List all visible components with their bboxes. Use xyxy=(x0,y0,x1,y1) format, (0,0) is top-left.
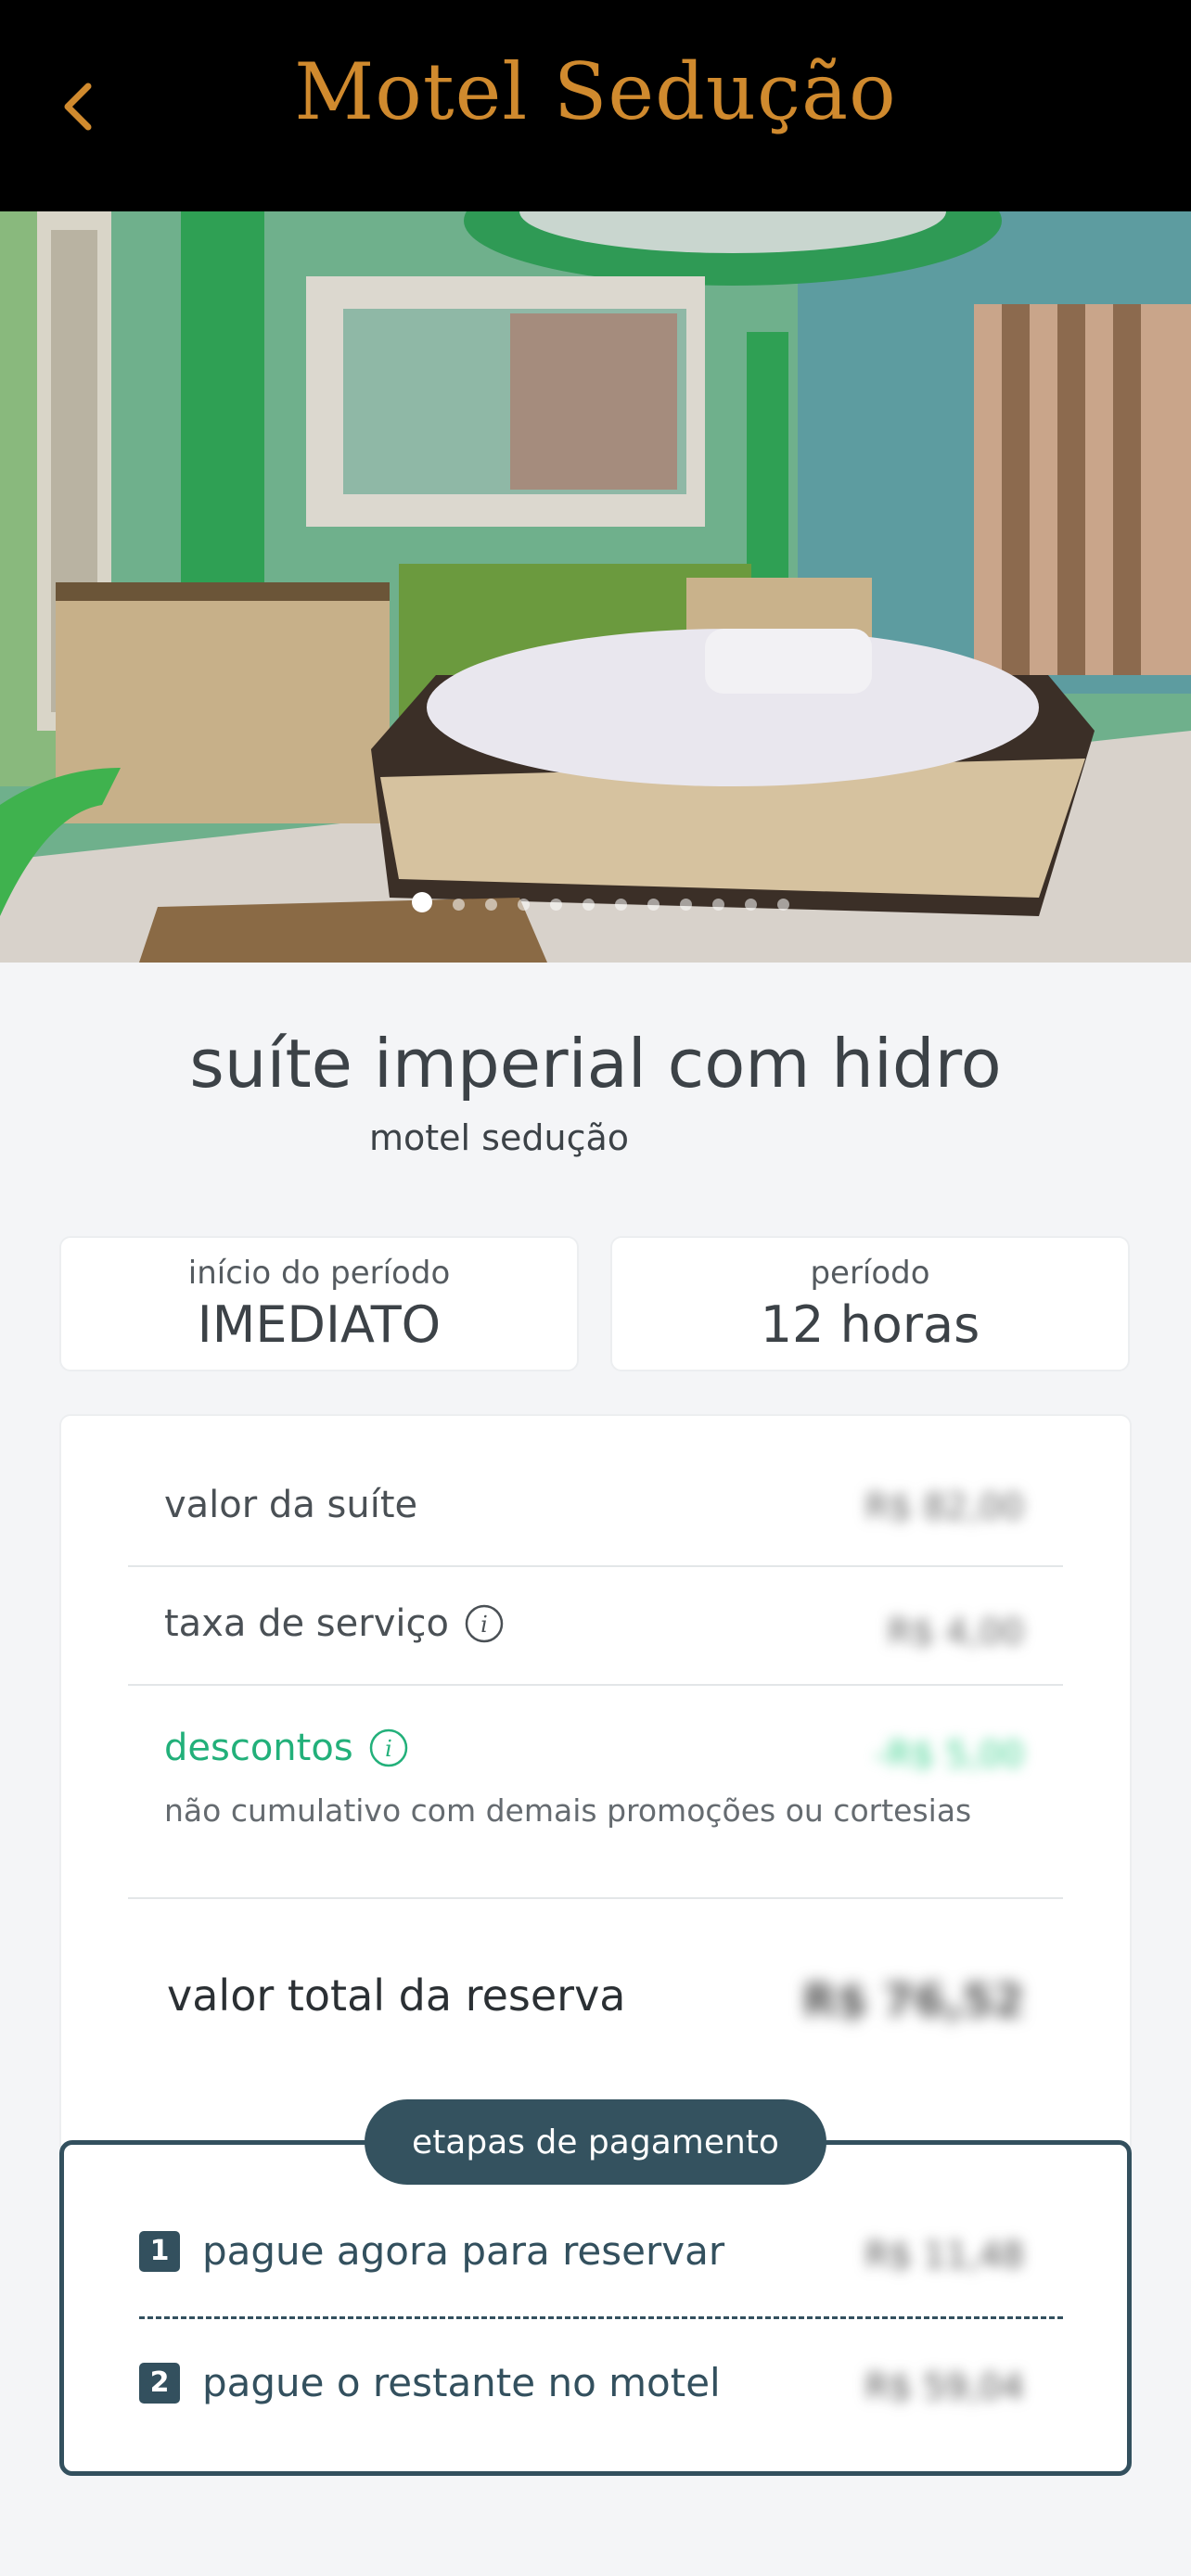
svg-text:i: i xyxy=(480,1612,488,1638)
step-value: R$ 59,04 xyxy=(864,2366,1024,2407)
step-number: 2 xyxy=(139,2362,180,2404)
divider xyxy=(128,1897,1063,1899)
carousel-dot[interactable] xyxy=(745,898,757,911)
page-title: Motel Sedução xyxy=(294,46,897,137)
suite-photo xyxy=(0,211,1191,963)
discount-value: -R$ 5,00 xyxy=(875,1734,1024,1775)
carousel-dot[interactable] xyxy=(583,898,595,911)
period-start-card: início do período IMEDIATO xyxy=(59,1236,579,1371)
period-duration-label: período xyxy=(810,1255,930,1292)
carousel-dot[interactable] xyxy=(518,898,530,911)
carousel-dot[interactable] xyxy=(712,898,724,911)
motel-name: motel sedução xyxy=(369,1117,629,1158)
step-label: pague o restante no motel xyxy=(202,2360,721,2405)
step-label: pague agora para reservar xyxy=(202,2228,725,2274)
dashed-divider xyxy=(139,2316,1063,2319)
carousel-dot[interactable] xyxy=(777,898,789,911)
suite-price-label: valor da suíte xyxy=(164,1484,418,1526)
total-label: valor total da reserva xyxy=(167,1970,626,2021)
suite-price-value: R$ 82,00 xyxy=(864,1486,1024,1527)
carousel-indicators xyxy=(412,892,789,912)
step-value: R$ 11,48 xyxy=(864,2235,1024,2276)
suite-name: suíte imperial com hidro xyxy=(189,1025,1002,1103)
payment-step: 2 pague o restante no motel xyxy=(139,2360,721,2405)
payment-step: 1 pague agora para reservar xyxy=(139,2228,724,2274)
info-icon[interactable]: i xyxy=(464,1603,505,1644)
carousel-dot[interactable] xyxy=(615,898,627,911)
carousel-dot[interactable] xyxy=(453,898,465,911)
service-fee-row: taxa de serviço i xyxy=(164,1602,505,1645)
step-number: 1 xyxy=(139,2230,180,2272)
svg-text:i: i xyxy=(385,1736,392,1762)
carousel-dot[interactable] xyxy=(485,898,497,911)
carousel-dot[interactable] xyxy=(680,898,692,911)
period-duration-card: período 12 horas xyxy=(610,1236,1130,1371)
suite-photo-carousel[interactable] xyxy=(0,211,1191,963)
carousel-dot[interactable] xyxy=(550,898,562,911)
divider xyxy=(128,1684,1063,1686)
period-start-value: IMEDIATO xyxy=(197,1295,442,1354)
service-fee-label: taxa de serviço xyxy=(164,1602,449,1645)
payment-steps-box xyxy=(59,2140,1132,2476)
discount-row: descontos i xyxy=(164,1727,409,1769)
service-fee-value: R$ 4,00 xyxy=(887,1612,1024,1652)
carousel-dot[interactable] xyxy=(647,898,660,911)
app-header: Motel Sedução xyxy=(0,0,1191,211)
info-icon[interactable]: i xyxy=(368,1728,409,1768)
divider xyxy=(128,1565,1063,1567)
discount-note: não cumulativo com demais promoções ou c… xyxy=(164,1792,972,1829)
period-start-label: início do período xyxy=(187,1255,451,1292)
discount-label: descontos xyxy=(164,1727,353,1769)
carousel-dot[interactable] xyxy=(412,892,432,912)
period-duration-value: 12 horas xyxy=(760,1295,980,1354)
payment-steps-title: etapas de pagamento xyxy=(365,2099,826,2185)
total-value: R$ 76,52 xyxy=(802,1975,1024,2027)
